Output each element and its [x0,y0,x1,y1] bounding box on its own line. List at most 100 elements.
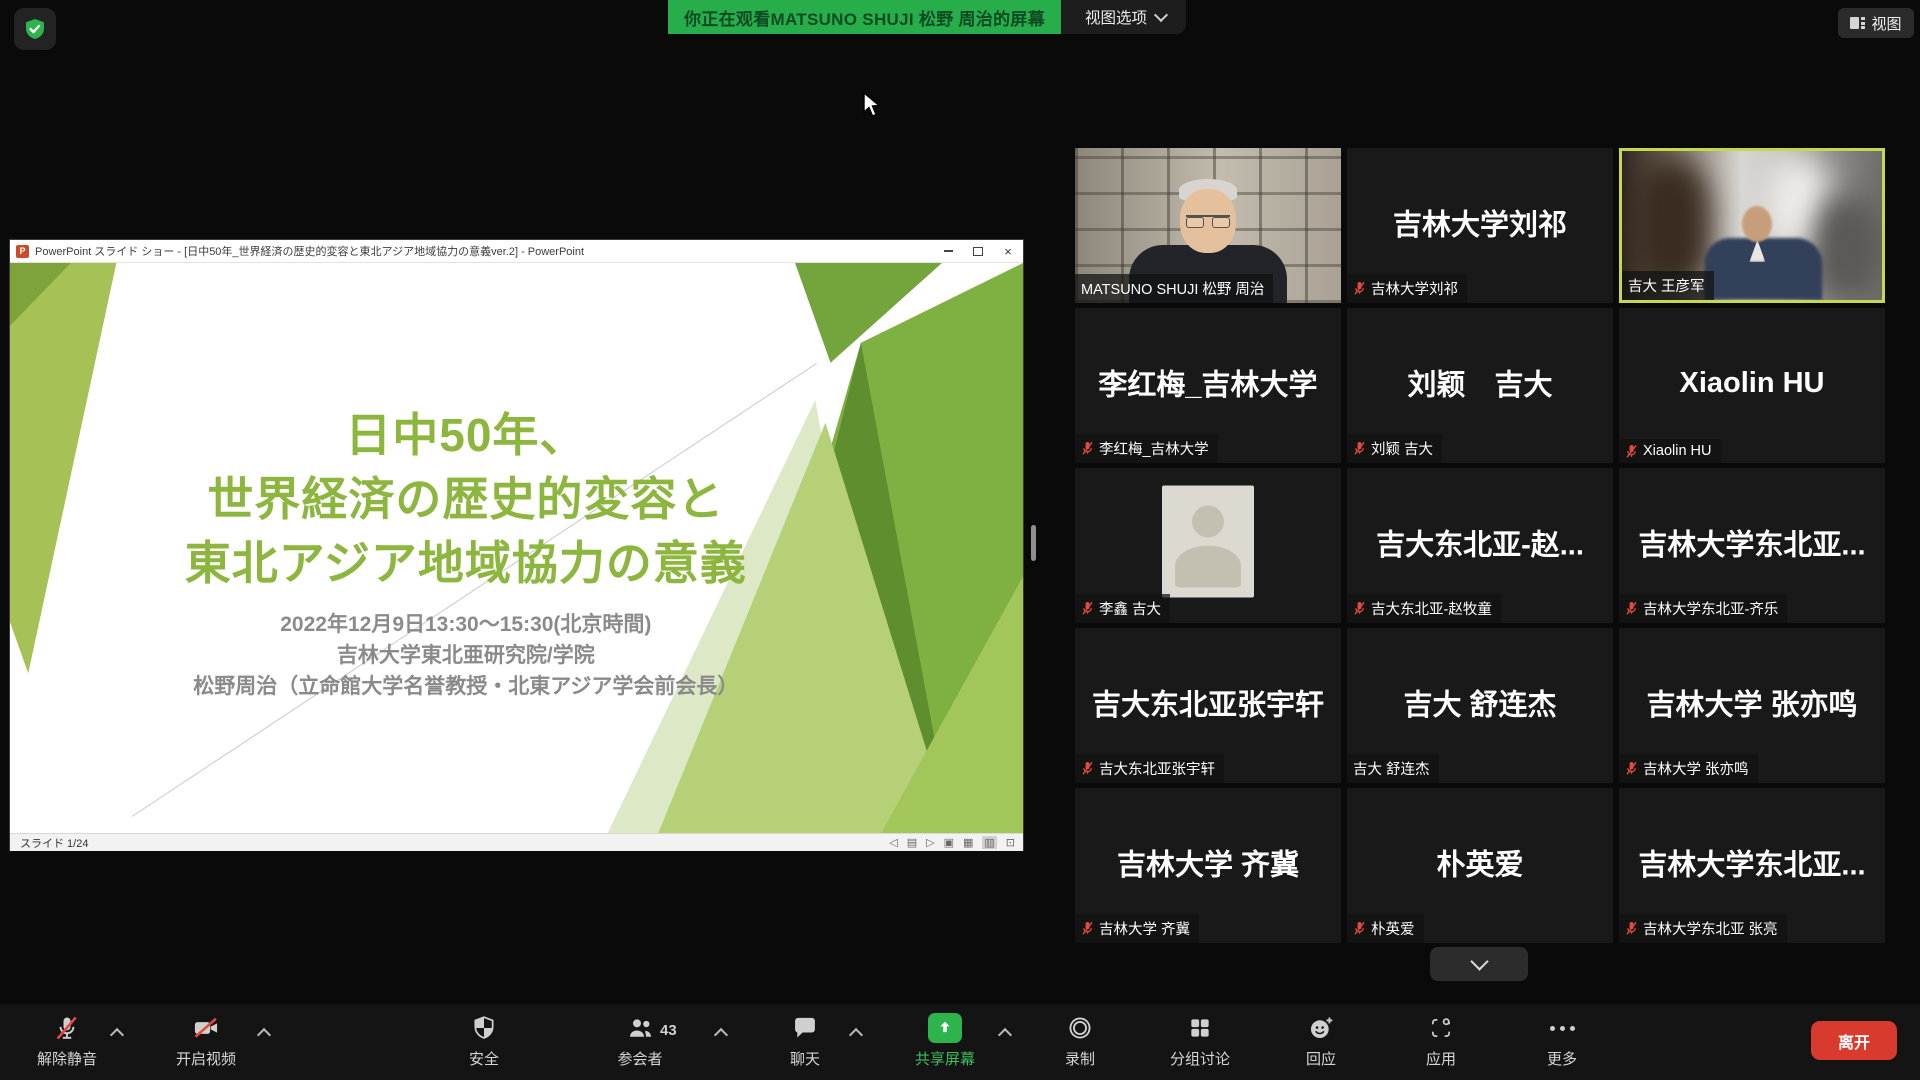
participant-tile[interactable]: 朴英爱 朴英爱 [1347,788,1613,943]
camera-off-icon [191,1012,221,1044]
reading-view-icon[interactable]: ▥ [982,836,996,849]
participant-tile[interactable]: 吉林大学 张亦鸣 吉林大学 张亦鸣 [1619,628,1885,783]
more-dots-icon [1549,1012,1574,1044]
mic-muted-icon [1081,761,1094,776]
participant-tile[interactable]: 李鑫 吉大 [1075,468,1341,623]
mic-muted-icon [1081,921,1094,936]
security-shield-button[interactable] [14,8,56,50]
slide-title: 日中50年、 世界経済の歴史的変容と 東北アジア地域協力の意義 [10,403,922,595]
participants-button[interactable]: 参会者 [617,1012,662,1069]
slide-title-line2: 世界経済の歴史的変容と [10,467,922,531]
participant-tile[interactable]: Xiaolin HU Xiaolin HU [1619,308,1885,463]
mic-muted-icon [1081,601,1094,616]
reactions-button[interactable]: 回应 [1306,1012,1336,1069]
participant-tile[interactable]: 吉林大学东北亚... 吉林大学东北亚 张亮 [1619,788,1885,943]
share-options-chevron[interactable] [998,1028,1012,1042]
slide-subtitle-line3: 松野周治（立命館大学名誉教授・北東アジア学会前会長） [10,671,922,702]
normal-view-icon[interactable]: ▣ [944,836,954,849]
avatar [1162,485,1254,597]
slide-sorter-icon[interactable]: ▦ [963,836,973,849]
leave-meeting-button[interactable]: 离开 [1811,1021,1897,1060]
participant-name-center: 吉大东北亚-赵... [1347,521,1613,563]
participant-tile-active-speaker[interactable]: 吉大 王彦军 [1619,148,1885,303]
mic-muted-icon [1353,921,1366,936]
unmute-button[interactable]: 解除静音 [37,1012,97,1069]
participant-name-center: 吉大 舒连杰 [1347,681,1613,723]
participants-options-chevron[interactable] [714,1028,728,1042]
panel-resize-handle[interactable] [1031,525,1036,561]
participant-label: 吉林大学 齐冀 [1075,914,1199,943]
participant-label: 吉林大学东北亚 张亮 [1619,914,1787,943]
mouse-cursor [862,92,884,118]
participant-label: 吉大东北亚-赵牧童 [1347,594,1501,623]
gallery-view-icon [1850,17,1865,29]
minimize-button[interactable] [933,240,963,262]
participant-tile[interactable]: 吉大东北亚-赵... 吉大东北亚-赵牧童 [1347,468,1613,623]
view-options-label: 视图选项 [1085,6,1147,28]
slide-subtitle-line2: 吉林大学東北亜研究院/学院 [10,640,922,671]
view-button-label: 视图 [1872,13,1902,34]
mic-muted-icon [1353,281,1366,296]
participant-tile[interactable]: MATSUNO SHUJI 松野 周治 [1075,148,1341,303]
chat-label: 聊天 [790,1048,820,1069]
slide-title-line1: 日中50年、 [10,403,922,467]
participant-label: 朴英爱 [1347,914,1424,943]
record-button[interactable]: 录制 [1065,1012,1095,1069]
participant-label: 李鑫 吉大 [1075,594,1170,623]
mic-muted-icon [53,1012,81,1044]
start-video-button[interactable]: 开启视频 [176,1012,236,1069]
breakout-rooms-button[interactable]: 分组讨论 [1170,1012,1230,1069]
participant-tile[interactable]: 吉大 舒连杰 吉大 舒连杰 [1347,628,1613,783]
chat-button[interactable]: 聊天 [790,1012,820,1069]
participant-name-center: 吉林大学东北亚... [1619,521,1885,563]
participant-label: Xiaolin HU [1619,439,1721,463]
chevron-down-icon [1470,952,1488,970]
record-icon [1066,1012,1094,1044]
prev-slide-icon[interactable]: ◁ [889,836,897,849]
mic-muted-icon [1625,601,1638,616]
participant-tile[interactable]: 吉林大学刘祁 吉林大学刘祁 [1347,148,1613,303]
participant-tile[interactable]: 吉大东北亚张宇轩 吉大东北亚张宇轩 [1075,628,1341,783]
chat-bubble-icon [791,1012,819,1044]
slide-subtitle: 2022年12月9日13:30～15:30(北京時間) 吉林大学東北亜研究院/学… [10,609,922,702]
slideshow-view-icon[interactable]: ⊡ [1006,836,1015,849]
video-options-chevron[interactable] [257,1028,271,1042]
slide-title-line3: 東北アジア地域協力の意義 [10,531,922,595]
participant-label: MATSUNO SHUJI 松野 周治 [1075,274,1273,303]
start-video-label: 开启视频 [176,1048,236,1069]
powerpoint-window: P PowerPoint スライド ショー - [日中50年_世界経済の歴史的変… [10,240,1023,850]
top-bar: 你正在观看MATSUNO SHUJI 松野 周治的屏幕 视图选项 [668,0,1186,34]
breakout-grid-icon [1187,1012,1213,1044]
more-button[interactable]: 更多 [1547,1012,1577,1069]
participant-label: 吉林大学刘祁 [1347,274,1467,303]
chat-options-chevron[interactable] [849,1028,863,1042]
restore-button[interactable] [963,240,993,262]
mic-muted-icon [1625,921,1638,936]
participant-name-center: 吉林大学东北亚... [1619,841,1885,883]
next-slide-icon[interactable]: ▷ [926,836,934,849]
participant-tile[interactable]: 李红梅_吉林大学 李红梅_吉林大学 [1075,308,1341,463]
participant-name-center: 刘颖 吉大 [1347,361,1613,403]
view-options-dropdown[interactable]: 视图选项 [1061,0,1186,34]
participant-tile[interactable]: 吉林大学东北亚... 吉林大学东北亚-齐乐 [1619,468,1885,623]
reactions-label: 回应 [1306,1048,1336,1069]
pen-menu-icon[interactable]: ▤ [907,836,917,849]
participant-name-center: Xiaolin HU [1619,366,1885,399]
record-label: 录制 [1065,1048,1095,1069]
mute-options-chevron[interactable] [110,1028,124,1042]
participant-tile[interactable]: 刘颖 吉大 刘颖 吉大 [1347,308,1613,463]
apps-icon [1428,1012,1454,1044]
grid-scroll-down-button[interactable] [1430,947,1528,981]
apps-label: 应用 [1426,1048,1456,1069]
powerpoint-titlebar[interactable]: P PowerPoint スライド ショー - [日中50年_世界経済の歴史的変… [10,240,1023,263]
share-screen-icon [928,1013,962,1043]
security-button[interactable]: 安全 [469,1012,499,1069]
close-button[interactable]: × [993,240,1023,262]
mic-muted-icon [1353,601,1366,616]
slide-canvas[interactable]: 日中50年、 世界経済の歴史的変容と 東北アジア地域協力の意義 2022年12月… [10,263,1023,833]
share-screen-button[interactable]: 共享屏幕 [915,1012,975,1069]
participant-tile[interactable]: 吉林大学 齐冀 吉林大学 齐冀 [1075,788,1341,943]
apps-button[interactable]: 应用 [1426,1012,1456,1069]
watching-banner: 你正在观看MATSUNO SHUJI 松野 周治的屏幕 [668,0,1061,34]
view-button[interactable]: 视图 [1838,8,1914,38]
